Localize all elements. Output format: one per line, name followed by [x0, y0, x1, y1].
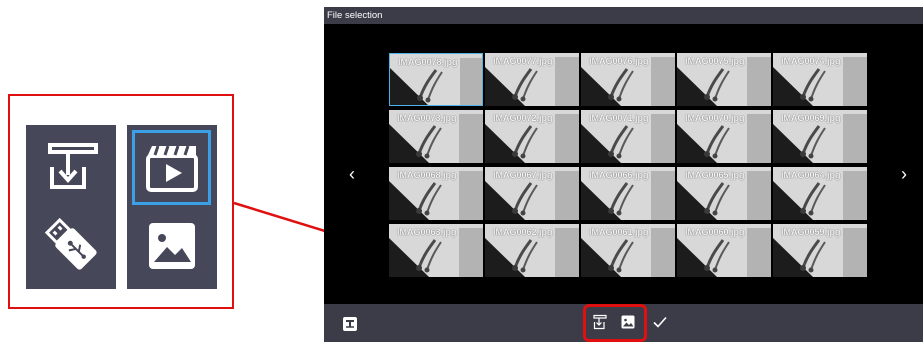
file-thumbnail[interactable]: IMAG0065.jpg: [677, 167, 771, 220]
source-select-icon[interactable]: [342, 316, 358, 332]
file-name-label: IMAG0078.jpg: [398, 57, 458, 67]
file-name-label: IMAG0068.jpg: [397, 170, 457, 180]
file-thumbnail[interactable]: IMAG0073.jpg: [389, 110, 483, 163]
file-thumbnail[interactable]: IMAG0068.jpg: [389, 167, 483, 220]
file-thumbnail[interactable]: IMAG0060.jpg: [677, 224, 771, 277]
file-thumbnail[interactable]: IMAG0077.jpg: [485, 53, 579, 106]
file-thumbnail[interactable]: IMAG0059.jpg: [773, 224, 867, 277]
file-name-label: IMAG0065.jpg: [685, 170, 745, 180]
file-name-label: IMAG0075.jpg: [685, 56, 745, 66]
file-name-label: IMAG0060.jpg: [685, 227, 745, 237]
file-name-label: IMAG0059.jpg: [781, 227, 841, 237]
file-thumbnail[interactable]: IMAG0072.jpg: [485, 110, 579, 163]
file-thumbnail[interactable]: IMAG0075.jpg: [677, 53, 771, 106]
storage-icon: [44, 139, 98, 191]
file-thumbnail[interactable]: IMAG0078.jpg: [389, 53, 483, 106]
zoom-panel-media: [127, 125, 217, 289]
file-name-label: IMAG0061.jpg: [589, 227, 649, 237]
zoom-callout: [8, 94, 234, 309]
file-thumbnail[interactable]: IMAG0069.jpg: [773, 110, 867, 163]
video-icon: [132, 130, 211, 205]
file-thumbnail[interactable]: IMAG0062.jpg: [485, 224, 579, 277]
file-name-label: IMAG0076.jpg: [589, 56, 649, 66]
file-thumbnail[interactable]: IMAG0076.jpg: [581, 53, 675, 106]
file-thumbnail[interactable]: IMAG0061.jpg: [581, 224, 675, 277]
usb-icon: [42, 215, 100, 273]
file-thumbnail[interactable]: IMAG0067.jpg: [485, 167, 579, 220]
window-title: File selection: [324, 7, 923, 24]
next-page-button[interactable]: ›: [895, 162, 913, 186]
previous-page-button[interactable]: ‹: [343, 162, 361, 186]
file-thumbnail[interactable]: IMAG0070.jpg: [677, 110, 771, 163]
file-name-label: IMAG0064.jpg: [781, 170, 841, 180]
checkmark-icon[interactable]: [651, 313, 669, 331]
file-name-label: IMAG0071.jpg: [589, 113, 649, 123]
file-name-label: IMAG0067.jpg: [493, 170, 553, 180]
file-thumbnail[interactable]: IMAG0066.jpg: [581, 167, 675, 220]
app-screen: File selection ‹ › IMAG0078.jpg IMAG0077.…: [324, 7, 923, 342]
file-name-label: IMAG0073.jpg: [397, 113, 457, 123]
file-name-label: IMAG0066.jpg: [589, 170, 649, 180]
storage-icon[interactable]: [591, 313, 609, 331]
file-thumbnail[interactable]: IMAG0064.jpg: [773, 167, 867, 220]
file-name-label: IMAG0070.jpg: [685, 113, 745, 123]
file-name-label: IMAG0069.jpg: [781, 113, 841, 123]
file-name-label: IMAG0072.jpg: [493, 113, 553, 123]
file-thumbnail-grid: IMAG0078.jpg IMAG0077.jpg IMAG0076.jpg IMAG…: [388, 53, 867, 321]
file-name-label: IMAG0062.jpg: [493, 227, 553, 237]
bottom-toolbar: [324, 304, 923, 342]
file-thumbnail[interactable]: IMAG0074.jpg: [773, 53, 867, 106]
file-thumbnail[interactable]: IMAG0063.jpg: [389, 224, 483, 277]
image-icon[interactable]: [619, 313, 637, 331]
file-name-label: IMAG0063.jpg: [397, 227, 457, 237]
file-name-label: IMAG0077.jpg: [493, 56, 553, 66]
image-icon: [145, 219, 199, 273]
file-name-label: IMAG0074.jpg: [781, 56, 841, 66]
file-thumbnail[interactable]: IMAG0071.jpg: [581, 110, 675, 163]
zoom-panel-source: [26, 125, 116, 289]
